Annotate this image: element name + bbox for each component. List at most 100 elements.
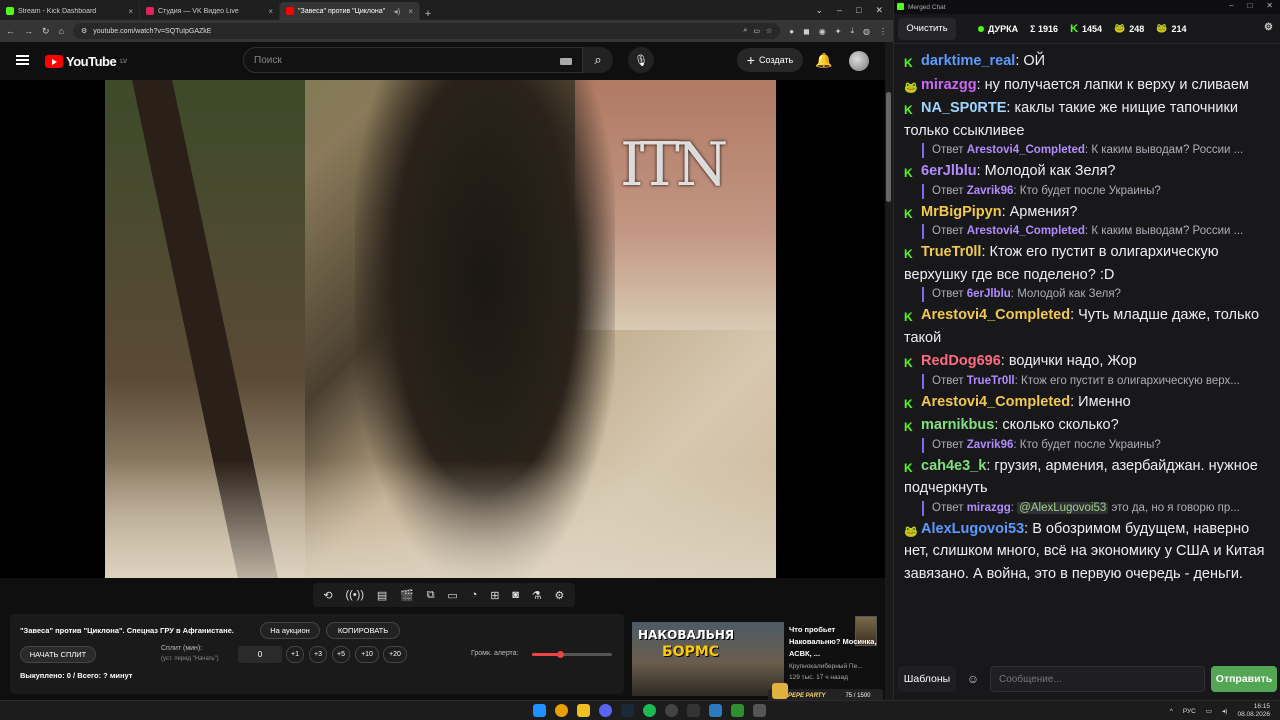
site-info-icon[interactable]: ⚙ [81, 27, 87, 35]
chat-username[interactable]: mirazgg [921, 77, 977, 93]
emoji-icon[interactable]: ☺ [962, 668, 984, 690]
chat-reply-preview[interactable]: Ответ Zavrik96: Кто будет после Украины? [922, 437, 1271, 453]
volume-icon[interactable]: ◂) [1222, 707, 1227, 715]
forward-icon[interactable]: → [24, 26, 33, 36]
extension-icon[interactable]: ◉ [819, 27, 826, 36]
increment-button[interactable]: +1 [286, 646, 304, 663]
network-icon[interactable]: ▭ [1206, 707, 1212, 715]
clear-chat-button[interactable]: Очистить [898, 17, 956, 40]
maximize-icon[interactable]: □ [856, 5, 861, 16]
subtitles-icon[interactable]: ▤ [377, 589, 387, 602]
home-icon[interactable]: ⌂ [59, 26, 64, 36]
split-minutes-input[interactable]: 0 [238, 646, 282, 663]
steam-icon[interactable] [621, 704, 634, 717]
puzzle-icon[interactable]: ✦ [835, 27, 842, 36]
chat-username[interactable]: Arestovi4_Completed [921, 307, 1070, 323]
star-icon[interactable]: ☆ [766, 27, 772, 35]
app-icon[interactable] [687, 704, 700, 717]
folder-icon[interactable] [577, 704, 590, 717]
back-icon[interactable]: ← [6, 26, 15, 36]
clapper-icon[interactable]: 🎬 [400, 589, 414, 602]
extension-icon[interactable]: ● [789, 27, 794, 36]
cast-icon[interactable]: ▭ [753, 27, 760, 35]
url-field[interactable]: ⚙ youtube.com/watch?v=SQTuIpGAZkE ⌕ ▭ ☆ [72, 23, 781, 39]
camera-icon[interactable]: ◙ [512, 589, 519, 601]
templates-button[interactable]: Шаблоны [898, 666, 956, 692]
app-icon[interactable] [709, 704, 722, 717]
gear-icon[interactable]: ⚙ [555, 589, 565, 602]
recommended-title[interactable]: Что пробьет Наковальню? Мосинка, АСВК, .… [789, 624, 884, 660]
chat-username[interactable]: Arestovi4_Completed [921, 394, 1070, 410]
volume-knob[interactable] [557, 651, 564, 658]
chat-username[interactable]: darktime_real [921, 53, 1015, 69]
page-scrollbar[interactable] [885, 42, 893, 700]
chat-username[interactable]: RedDog696 [921, 353, 1001, 369]
increment-button[interactable]: +20 [383, 646, 407, 663]
clock[interactable]: 16:15 08.08.2026 [1237, 703, 1270, 719]
video-player[interactable]: ITN [0, 80, 885, 646]
reload-icon[interactable]: ↻ [42, 26, 50, 37]
chat-reply-preview[interactable]: Ответ Zavrik96: Кто будет после Украины? [922, 183, 1271, 199]
start-icon[interactable] [533, 704, 546, 717]
extension-icon[interactable]: ◼ [803, 27, 810, 36]
maximize-icon[interactable]: □ [1247, 1, 1252, 10]
chat-username[interactable]: 6erJlblu [921, 163, 977, 179]
send-button[interactable]: Отправить [1211, 666, 1277, 692]
spotify-icon[interactable] [643, 704, 656, 717]
chrome-icon[interactable] [555, 704, 568, 717]
add-icon[interactable]: ⊞ [490, 589, 499, 602]
increment-button[interactable]: +10 [355, 646, 379, 663]
start-split-button[interactable]: НАЧАТЬ СПЛИТ [20, 646, 96, 663]
auction-button[interactable]: На аукцион [260, 622, 320, 639]
chat-reply-preview[interactable]: Ответ Arestovi4_Completed: К каким вывод… [922, 224, 1271, 239]
voice-search-button[interactable]: 🎙 [628, 47, 654, 73]
increment-button[interactable]: +3 [309, 646, 327, 663]
search-input[interactable]: Поиск [243, 47, 583, 73]
download-icon[interactable]: ⤓ [850, 26, 854, 36]
obs-icon[interactable] [665, 704, 678, 717]
new-tab-button[interactable]: + [420, 8, 436, 20]
keyboard-icon[interactable] [560, 58, 572, 65]
minimize-icon[interactable]: – [837, 5, 842, 16]
flask-icon[interactable]: ⚗ [532, 589, 542, 602]
audio-boost-icon[interactable]: ((•)) [346, 589, 365, 601]
chat-reply-preview[interactable]: Ответ Arestovi4_Completed: К каким вывод… [922, 143, 1271, 158]
chat-username[interactable]: MrBigPipyn [921, 204, 1002, 220]
menu-dots-icon[interactable]: ⋮ [879, 27, 887, 36]
close-tab-icon[interactable]: × [408, 7, 413, 16]
tab-kick-dashboard[interactable]: Stream - Kick Dashboard × [0, 2, 140, 20]
speed-icon[interactable]: ◔ [471, 589, 478, 601]
audio-icon[interactable]: ◂) [394, 7, 401, 16]
chat-username[interactable]: NA_SP0RTE [921, 100, 1006, 116]
chat-reply-preview[interactable]: Ответ 6erJlblu: Молодой как Зеля? [922, 287, 1271, 302]
chat-username[interactable]: AlexLugovoi53 [921, 521, 1024, 537]
theater-icon[interactable]: ▭ [447, 589, 457, 602]
copy-button[interactable]: КОПИРОВАТЬ [326, 622, 400, 639]
discord-icon[interactable] [599, 704, 612, 717]
notifications-bell-icon[interactable]: 🔔 [815, 52, 832, 69]
language-indicator[interactable]: РУС [1183, 708, 1196, 715]
minimize-icon[interactable]: – [1229, 1, 1233, 10]
tab-youtube-video[interactable]: "Завеса" против "Циклона" ◂) × [280, 2, 420, 20]
chat-reply-preview[interactable]: Ответ TrueTr0ll: Ктож его пустит в олига… [922, 373, 1271, 389]
message-input[interactable]: Сообщение... [990, 666, 1205, 692]
chat-username[interactable]: marnikbus [921, 417, 994, 433]
chevron-down-icon[interactable]: ⌄ [815, 5, 823, 16]
chat-reply-preview[interactable]: Ответ mirazgg: @AlexLugovoi53 это да, но… [922, 500, 1271, 516]
chat-username[interactable]: cah4e3_k [921, 458, 986, 474]
close-tab-icon[interactable]: × [128, 7, 133, 16]
alert-volume-slider[interactable] [532, 651, 612, 658]
create-button[interactable]: + Создать [737, 48, 803, 72]
video-frame[interactable]: ITN [105, 80, 776, 578]
scrollbar-thumb[interactable] [886, 92, 891, 202]
close-tab-icon[interactable]: × [268, 7, 273, 16]
pip-icon[interactable]: ⧉ [427, 589, 435, 602]
loop-icon[interactable]: ⟲ [323, 589, 332, 602]
increment-button[interactable]: +5 [332, 646, 350, 663]
avatar[interactable] [849, 51, 869, 71]
chat-messages[interactable]: Kdarktime_real: ОЙ 🐸 mirazgg: ну получаетс… [894, 50, 1280, 660]
recommended-channel[interactable]: Крупнокалиберный Пе... [789, 661, 863, 672]
recommended-video[interactable]: НАКОВАЛЬНЯ БОРМС Что пробьет Наковальню?… [632, 622, 884, 696]
search-button[interactable]: ⌕ [583, 47, 613, 73]
app-icon[interactable] [753, 704, 766, 717]
